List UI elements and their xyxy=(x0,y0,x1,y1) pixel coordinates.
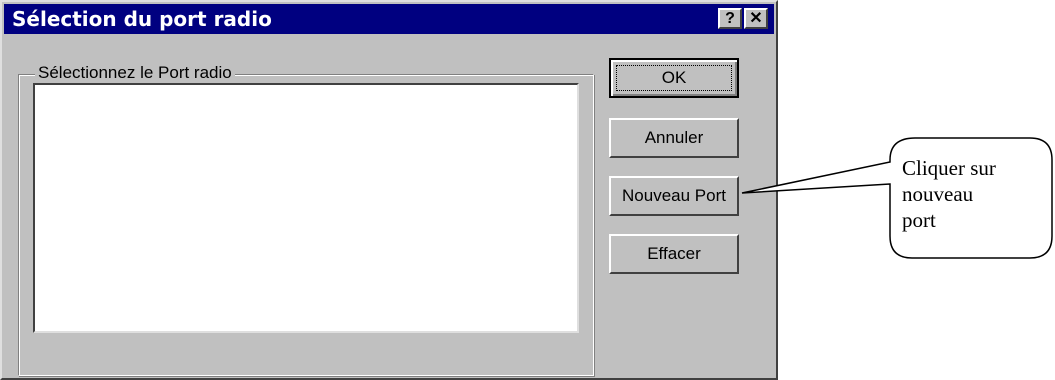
cancel-label: Annuler xyxy=(644,128,704,147)
delete-label: Effacer xyxy=(647,244,701,263)
help-icon: ? xyxy=(725,10,735,27)
close-button[interactable]: ✕ xyxy=(744,8,768,29)
callout-line-2: nouveau xyxy=(902,182,974,206)
close-icon: ✕ xyxy=(749,10,763,27)
ok-button[interactable]: OK xyxy=(609,58,739,98)
title-bar[interactable]: Sélection du port radio ? ✕ xyxy=(4,4,774,34)
port-listbox[interactable] xyxy=(33,83,579,333)
delete-button[interactable]: Effacer xyxy=(609,234,739,274)
callout-line-3: port xyxy=(902,208,936,232)
callout-line-1: Cliquer sur xyxy=(902,156,996,180)
callout-text: Cliquer sur nouveau port xyxy=(902,155,1047,233)
port-group-box: Sélectionnez le Port radio xyxy=(18,63,594,376)
port-selection-dialog: Sélection du port radio ? ✕ Sélectionnez… xyxy=(0,0,778,380)
ok-label: OK xyxy=(661,68,687,87)
new-port-button[interactable]: Nouveau Port xyxy=(609,176,739,216)
window-title: Sélection du port radio xyxy=(12,7,272,31)
group-label: Sélectionnez le Port radio xyxy=(35,63,235,83)
new-port-label: Nouveau Port xyxy=(622,186,726,205)
help-button[interactable]: ? xyxy=(718,8,742,29)
cancel-button[interactable]: Annuler xyxy=(609,118,739,158)
